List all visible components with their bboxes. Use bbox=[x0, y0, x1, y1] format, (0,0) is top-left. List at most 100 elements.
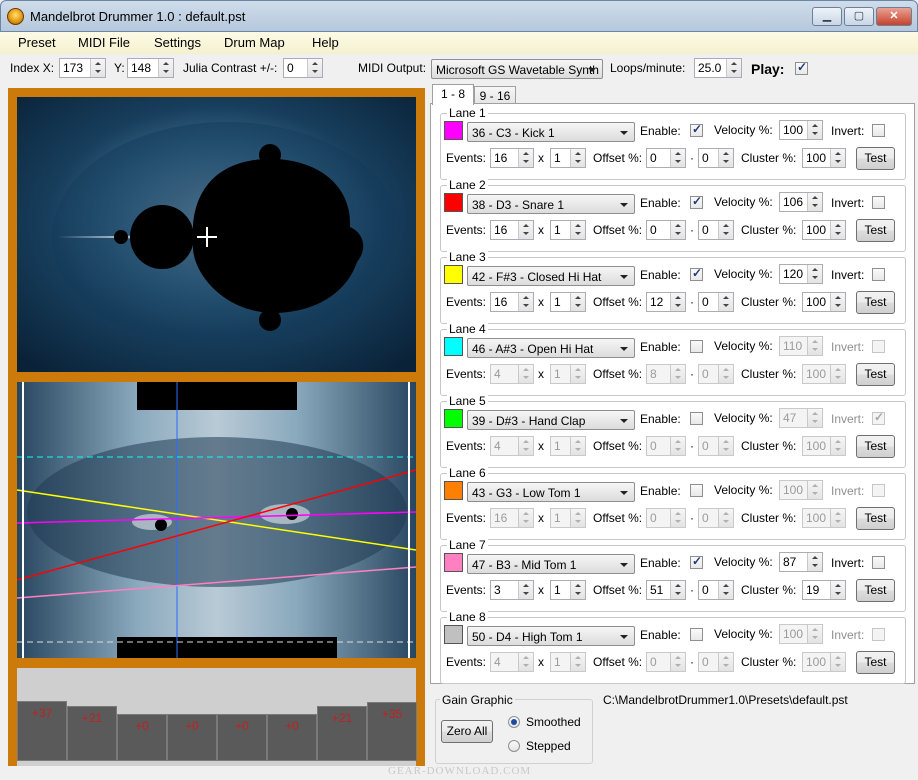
multiplier-stepper[interactable]: 1 bbox=[550, 148, 586, 168]
gain-pad[interactable]: +21 bbox=[317, 706, 367, 761]
enable-checkbox[interactable] bbox=[690, 484, 703, 497]
enable-checkbox[interactable] bbox=[690, 554, 703, 569]
enable-checkbox[interactable] bbox=[690, 340, 703, 353]
drum-select[interactable]: 38 - D3 - Snare 1 bbox=[467, 194, 635, 214]
invert-checkbox[interactable] bbox=[872, 556, 885, 569]
lane-color-swatch[interactable] bbox=[444, 265, 463, 284]
gain-pad[interactable]: +0 bbox=[167, 714, 217, 761]
offset-stepper[interactable]: 0 bbox=[646, 220, 686, 240]
test-button[interactable]: Test bbox=[856, 435, 895, 458]
events-stepper[interactable]: 4 bbox=[490, 652, 534, 672]
offset2-stepper[interactable]: 0 bbox=[698, 220, 734, 240]
close-button[interactable]: ✕ bbox=[876, 7, 912, 26]
enable-checkbox[interactable] bbox=[690, 628, 703, 641]
invert-checkbox[interactable] bbox=[872, 340, 885, 353]
drum-select[interactable]: 42 - F#3 - Closed Hi Hat bbox=[467, 266, 635, 286]
cluster-stepper[interactable]: 100 bbox=[802, 508, 846, 528]
minimize-button[interactable]: ▁ bbox=[812, 7, 842, 26]
multiplier-stepper[interactable]: 1 bbox=[550, 364, 586, 384]
stepped-radio[interactable] bbox=[508, 740, 520, 752]
events-stepper[interactable]: 16 bbox=[490, 292, 534, 312]
test-button[interactable]: Test bbox=[856, 507, 895, 530]
gain-pad[interactable]: +0 bbox=[217, 714, 267, 761]
cluster-stepper[interactable]: 100 bbox=[802, 652, 846, 672]
cluster-stepper[interactable]: 100 bbox=[802, 292, 846, 312]
offset2-stepper[interactable]: 0 bbox=[698, 364, 734, 384]
tab-lanes-9-16[interactable]: 9 - 16 bbox=[474, 86, 516, 104]
enable-checkbox[interactable] bbox=[690, 412, 703, 425]
velocity-stepper[interactable]: 120 bbox=[779, 264, 823, 284]
lane-color-swatch[interactable] bbox=[444, 625, 463, 644]
cluster-stepper[interactable]: 100 bbox=[802, 364, 846, 384]
test-button[interactable]: Test bbox=[856, 291, 895, 314]
offset2-stepper[interactable]: 0 bbox=[698, 652, 734, 672]
velocity-stepper[interactable]: 100 bbox=[779, 480, 823, 500]
offset-stepper[interactable]: 0 bbox=[646, 148, 686, 168]
test-button[interactable]: Test bbox=[856, 363, 895, 386]
menu-midi-file[interactable]: MIDI File bbox=[78, 32, 130, 54]
enable-checkbox[interactable] bbox=[690, 194, 703, 209]
enable-checkbox[interactable] bbox=[690, 266, 703, 281]
lane-color-swatch[interactable] bbox=[444, 553, 463, 572]
velocity-stepper[interactable]: 100 bbox=[779, 120, 823, 140]
offset2-stepper[interactable]: 0 bbox=[698, 148, 734, 168]
cluster-stepper[interactable]: 100 bbox=[802, 148, 846, 168]
lane-color-swatch[interactable] bbox=[444, 193, 463, 212]
cluster-stepper[interactable]: 100 bbox=[802, 436, 846, 456]
test-button[interactable]: Test bbox=[856, 651, 895, 674]
invert-checkbox[interactable] bbox=[872, 196, 885, 209]
velocity-stepper[interactable]: 87 bbox=[779, 552, 823, 572]
lane-color-swatch[interactable] bbox=[444, 121, 463, 140]
menu-settings[interactable]: Settings bbox=[154, 32, 201, 54]
smoothed-radio[interactable] bbox=[508, 716, 520, 728]
offset-stepper[interactable]: 0 bbox=[646, 508, 686, 528]
maximize-button[interactable]: ▢ bbox=[844, 7, 874, 26]
gain-pad[interactable]: +21 bbox=[67, 706, 117, 761]
midi-output-select[interactable]: Microsoft GS Wavetable Synth bbox=[431, 59, 603, 79]
gain-pad[interactable]: +0 bbox=[267, 714, 317, 761]
velocity-stepper[interactable]: 100 bbox=[779, 624, 823, 644]
cluster-stepper[interactable]: 100 bbox=[802, 220, 846, 240]
velocity-stepper[interactable]: 106 bbox=[779, 192, 823, 212]
menu-drum-map[interactable]: Drum Map bbox=[224, 32, 285, 54]
offset-stepper[interactable]: 0 bbox=[646, 652, 686, 672]
multiplier-stepper[interactable]: 1 bbox=[550, 220, 586, 240]
lane-color-swatch[interactable] bbox=[444, 337, 463, 356]
drum-select[interactable]: 36 - C3 - Kick 1 bbox=[467, 122, 635, 142]
mandelbrot-view[interactable] bbox=[17, 97, 416, 372]
multiplier-stepper[interactable]: 1 bbox=[550, 508, 586, 528]
events-stepper[interactable]: 16 bbox=[490, 508, 534, 528]
invert-checkbox[interactable] bbox=[872, 628, 885, 641]
tab-lanes-1-8[interactable]: 1 - 8 bbox=[432, 84, 474, 105]
loops-stepper[interactable]: 25.0 bbox=[694, 58, 742, 78]
test-button[interactable]: Test bbox=[856, 147, 895, 170]
offset-stepper[interactable]: 12 bbox=[646, 292, 686, 312]
gain-pad[interactable]: +0 bbox=[117, 714, 167, 761]
invert-checkbox[interactable] bbox=[872, 124, 885, 137]
invert-checkbox[interactable] bbox=[872, 410, 885, 425]
events-stepper[interactable]: 3 bbox=[490, 580, 534, 600]
invert-checkbox[interactable] bbox=[872, 484, 885, 497]
julia-contrast-stepper[interactable]: 0 bbox=[283, 58, 323, 78]
events-stepper[interactable]: 16 bbox=[490, 220, 534, 240]
offset2-stepper[interactable]: 0 bbox=[698, 292, 734, 312]
offset2-stepper[interactable]: 0 bbox=[698, 580, 734, 600]
test-button[interactable]: Test bbox=[856, 219, 895, 242]
events-stepper[interactable]: 4 bbox=[490, 364, 534, 384]
gain-pad[interactable]: +35 bbox=[367, 702, 417, 761]
menu-preset[interactable]: Preset bbox=[18, 32, 56, 54]
zero-all-button[interactable]: Zero All bbox=[441, 720, 493, 743]
offset2-stepper[interactable]: 0 bbox=[698, 508, 734, 528]
test-button[interactable]: Test bbox=[856, 579, 895, 602]
multiplier-stepper[interactable]: 1 bbox=[550, 580, 586, 600]
invert-checkbox[interactable] bbox=[872, 268, 885, 281]
lane-color-swatch[interactable] bbox=[444, 481, 463, 500]
events-stepper[interactable]: 16 bbox=[490, 148, 534, 168]
velocity-stepper[interactable]: 47 bbox=[779, 408, 823, 428]
enable-checkbox[interactable] bbox=[690, 122, 703, 137]
drum-select[interactable]: 39 - D#3 - Hand Clap bbox=[467, 410, 635, 430]
offset-stepper[interactable]: 0 bbox=[646, 436, 686, 456]
drum-select[interactable]: 47 - B3 - Mid Tom 1 bbox=[467, 554, 635, 574]
lane-color-swatch[interactable] bbox=[444, 409, 463, 428]
gain-pad[interactable]: +37 bbox=[17, 701, 67, 761]
